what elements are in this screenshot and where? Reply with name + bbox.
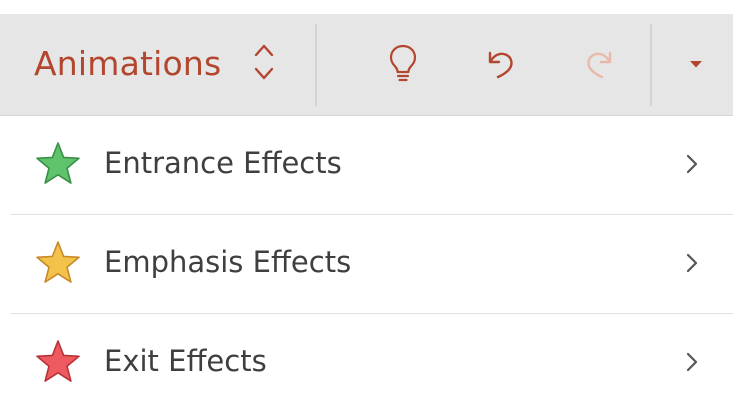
lightbulb-icon <box>380 40 426 86</box>
tab-selector-button[interactable]: Animations <box>0 14 318 115</box>
tab-title: Animations <box>34 44 222 83</box>
green-star-icon <box>34 140 82 186</box>
animations-panel: Animations Entrance Effects Emphasis Eff… <box>0 0 733 402</box>
chevron-right-icon <box>682 148 702 180</box>
menu-item-label: Emphasis Effects <box>104 245 352 279</box>
redo-button[interactable] <box>576 40 622 86</box>
effects-menu: Entrance Effects Emphasis Effects Exit E… <box>0 116 733 402</box>
yellow-star-icon <box>34 239 82 285</box>
undo-icon <box>478 40 524 86</box>
menu-item-entrance-effects[interactable]: Entrance Effects <box>10 116 733 215</box>
more-options-button[interactable] <box>674 40 718 86</box>
chevron-right-icon <box>682 247 702 279</box>
toolbar-divider <box>315 24 317 106</box>
menu-item-emphasis-effects[interactable]: Emphasis Effects <box>10 215 733 314</box>
menu-item-label: Entrance Effects <box>104 146 342 180</box>
tell-me-button[interactable] <box>380 40 426 86</box>
redo-icon <box>576 40 622 86</box>
toolbar-divider <box>650 24 652 106</box>
red-star-icon <box>34 338 82 384</box>
undo-button[interactable] <box>478 40 524 86</box>
top-strip <box>0 0 733 14</box>
menu-item-exit-effects[interactable]: Exit Effects <box>10 314 733 402</box>
chevron-up-down-icon <box>249 40 279 84</box>
chevron-right-icon <box>682 346 702 378</box>
caret-down-icon <box>674 40 718 86</box>
menu-item-label: Exit Effects <box>104 344 267 378</box>
toolbar: Animations <box>0 14 733 116</box>
